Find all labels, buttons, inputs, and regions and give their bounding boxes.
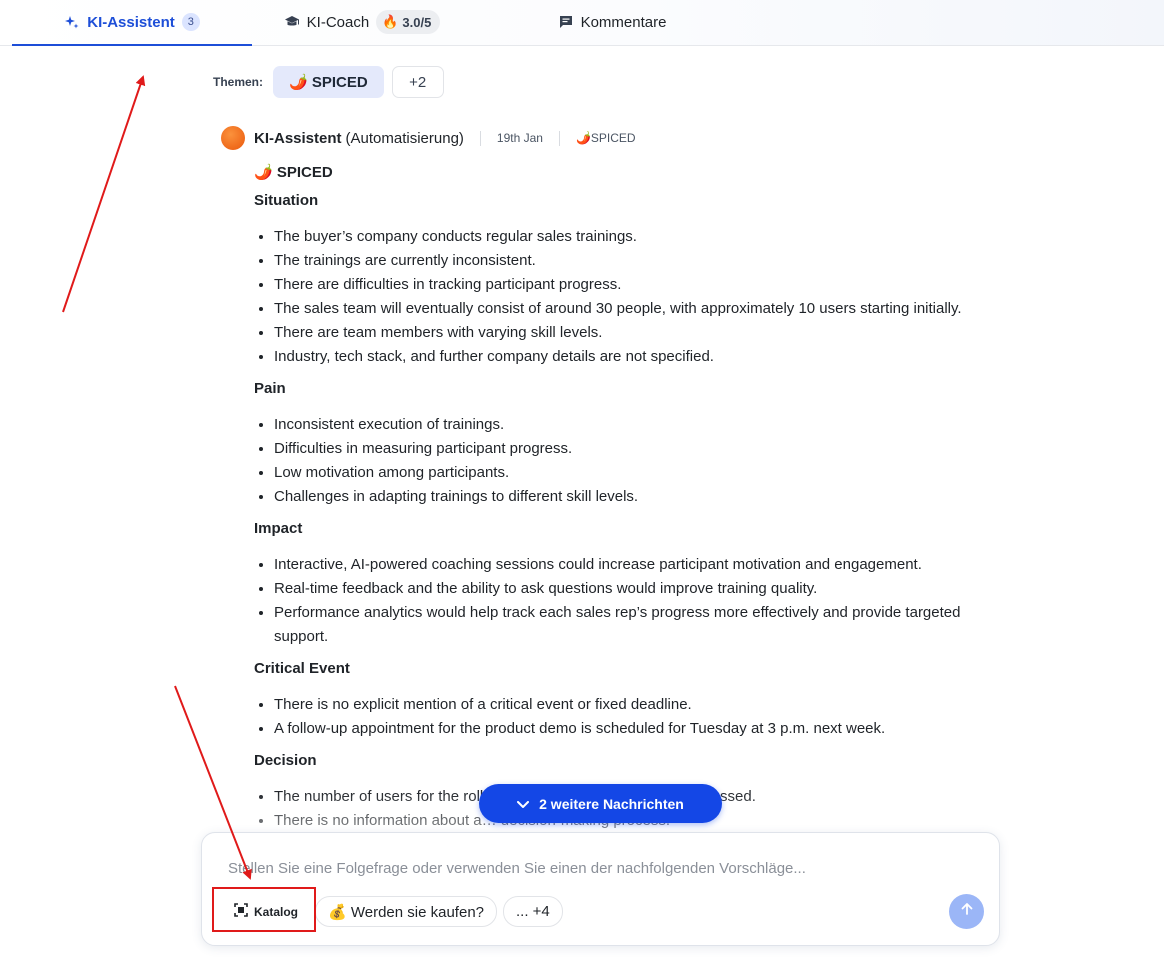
- message-title: 🌶️ SPICED: [254, 164, 333, 181]
- tab-kommentare[interactable]: Kommentare: [512, 0, 712, 44]
- spiced-section: Critical Event There is no explicit menti…: [254, 657, 994, 741]
- tab-label: KI-Coach: [306, 13, 370, 31]
- list-item: There are difficulties in tracking parti…: [274, 273, 994, 297]
- assistant-avatar: [221, 126, 245, 150]
- list-item: There is no explicit mention of a critic…: [274, 693, 994, 717]
- tab-label: Kommentare: [580, 13, 667, 31]
- list-item: Performance analytics would help track e…: [274, 601, 994, 649]
- arrow-up-icon: [960, 902, 974, 921]
- author-name: KI-Assistent: [254, 129, 342, 147]
- list-item: Real-time feedback and the ability to as…: [274, 577, 994, 601]
- section-heading: Pain: [254, 380, 286, 397]
- list-item: Inconsistent execution of trainings.: [274, 413, 994, 437]
- annotation-arrow: [62, 75, 146, 313]
- message-sections: Situation The buyer’s company conducts re…: [254, 189, 994, 833]
- author-role: (Automatisierung): [345, 129, 464, 147]
- section-heading: Decision: [254, 752, 317, 769]
- followup-question-input[interactable]: [226, 855, 970, 881]
- divider: [479, 130, 481, 146]
- message-body: 🌶️ SPICED Situation The buyer’s company c…: [254, 161, 994, 841]
- topics-more-chip[interactable]: +2: [391, 66, 444, 98]
- chevron-down-icon: [517, 796, 530, 812]
- spiced-section: Pain Inconsistent execution of trainings.…: [254, 377, 994, 509]
- list-item: The trainings are currently inconsistent…: [274, 249, 994, 273]
- divider: [558, 130, 560, 146]
- suggestion-more[interactable]: ... +4: [503, 896, 563, 927]
- bullet-list: Inconsistent execution of trainings.Diff…: [254, 413, 994, 509]
- list-item: The buyer’s company conducts regular sal…: [274, 225, 994, 249]
- more-messages-label: 2 weitere Nachrichten: [539, 795, 684, 812]
- spiced-section: Situation The buyer’s company conducts re…: [254, 189, 994, 369]
- tab-label: KI-Assistent: [87, 13, 175, 31]
- score-badge: 🔥 3.0/5: [376, 10, 441, 34]
- message-topic-tag: 🌶️SPICED: [575, 131, 636, 145]
- list-item: The sales team will eventually consist o…: [274, 297, 994, 321]
- sparkles-icon: [64, 14, 80, 30]
- topics-row: Themen: 🌶️ SPICED +2: [213, 66, 444, 98]
- tab-ki-coach[interactable]: KI-Coach 🔥 3.0/5: [252, 0, 472, 44]
- bullet-list: Interactive, AI-powered coaching session…: [254, 553, 994, 649]
- section-heading: Situation: [254, 192, 319, 209]
- message-header: KI-Assistent (Automatisierung) 19th Jan …: [221, 126, 636, 150]
- annotation-highlight-box: [212, 887, 316, 932]
- composer: Katalog 💰 Werden sie kaufen? ... +4: [201, 832, 1000, 946]
- fire-icon: 🔥: [382, 14, 399, 29]
- section-heading: Impact: [254, 520, 303, 537]
- list-item: Low motivation among participants.: [274, 461, 994, 485]
- list-item: Challenges in adapting trainings to diff…: [274, 485, 994, 509]
- list-item: A follow-up appointment for the product …: [274, 717, 994, 741]
- bullet-list: There is no explicit mention of a critic…: [254, 693, 994, 741]
- section-heading: Critical Event: [254, 660, 350, 677]
- graduation-cap-icon: [284, 14, 300, 30]
- list-item: Difficulties in measuring participant pr…: [274, 437, 994, 461]
- tab-ki-assistent[interactable]: KI-Assistent 3: [12, 0, 252, 46]
- bullet-list: The buyer’s company conducts regular sal…: [254, 225, 994, 369]
- topics-label: Themen:: [213, 75, 264, 89]
- score-value: 3.0/5: [402, 14, 432, 30]
- more-messages-button[interactable]: 2 weitere Nachrichten: [479, 784, 722, 823]
- message-date: 19th Jan: [496, 131, 543, 145]
- list-item: Industry, tech stack, and further compan…: [274, 345, 994, 369]
- spiced-section: Impact Interactive, AI-powered coaching s…: [254, 517, 994, 649]
- list-item: Interactive, AI-powered coaching session…: [274, 553, 994, 577]
- list-item: There are team members with varying skil…: [274, 321, 994, 345]
- topic-chip-spiced[interactable]: 🌶️ SPICED: [273, 66, 384, 98]
- comment-icon: [558, 14, 574, 30]
- suggestion-will-they-buy[interactable]: 💰 Werden sie kaufen?: [315, 896, 497, 927]
- send-button[interactable]: [949, 894, 984, 929]
- tab-bar: KI-Assistent 3 KI-Coach 🔥 3.0/5 Kommenta…: [0, 0, 1164, 46]
- count-badge: 3: [181, 13, 200, 31]
